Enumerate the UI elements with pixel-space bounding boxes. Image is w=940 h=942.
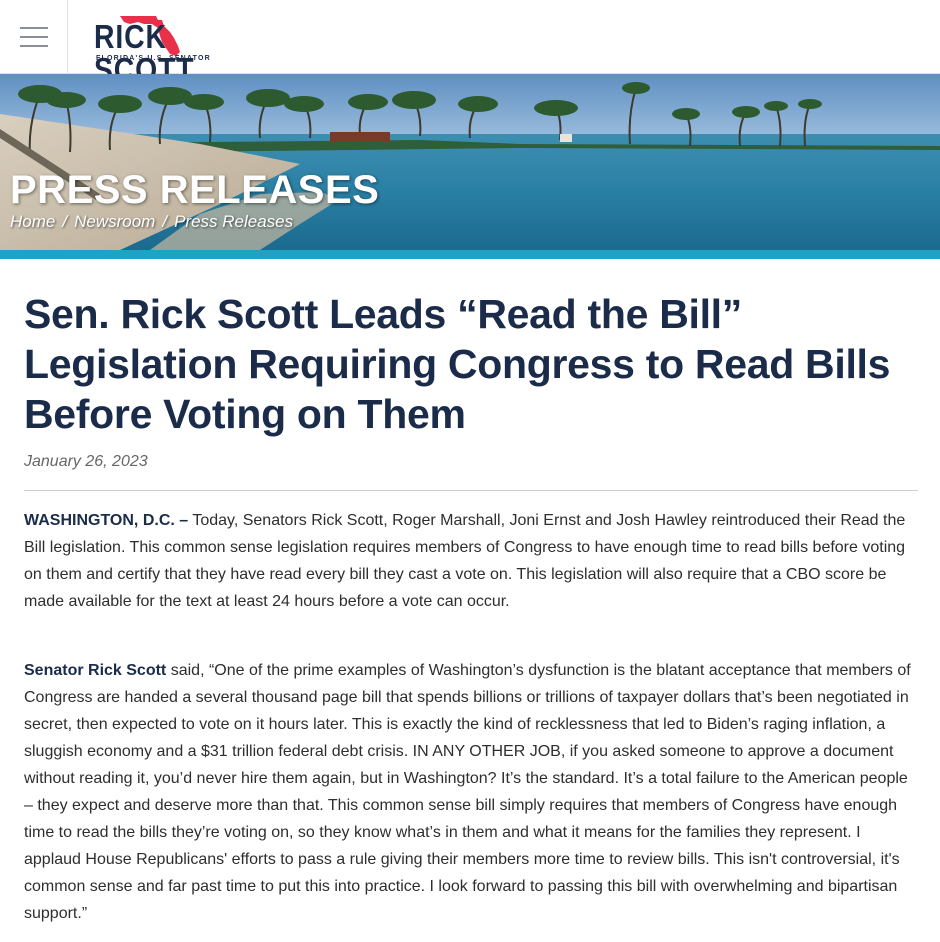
article: Sen. Rick Scott Leads “Read the Bill” Le… [0,289,940,927]
site-header: RICKSCOTT FLORIDA'S U.S. SENATOR [0,0,940,86]
divider [24,490,918,491]
article-paragraph: Senator Rick Scott said, “One of the pri… [24,662,911,922]
hero-banner: PRESS RELEASES Home / Newsroom / Press Relea… [0,74,940,250]
article-title: Sen. Rick Scott Leads “Read the Bill” Le… [24,291,891,437]
breadcrumb-newsroom[interactable]: Newsroom [74,212,155,231]
breadcrumb-home[interactable]: Home [10,212,55,231]
logo-tagline: FLORIDA'S U.S. SENATOR [96,55,211,62]
article-paragraph: WASHINGTON, D.C. – Today, Senators Rick … [24,512,906,610]
hamburger-menu-button[interactable] [0,0,68,73]
page-section-title: PRESS RELEASES [10,168,380,212]
dateline: WASHINGTON, D.C. – [24,512,189,529]
speaker-name: Senator Rick Scott [24,662,167,679]
hamburger-menu-icon [19,26,48,29]
site-logo[interactable]: RICKSCOTT FLORIDA'S U.S. SENATOR [94,12,260,86]
article-date: January 26, 2023 [24,453,148,470]
breadcrumb-press-releases[interactable]: Press Releases [174,212,293,231]
breadcrumb: Home / Newsroom / Press Releases [10,212,294,231]
accent-bar [0,250,940,259]
